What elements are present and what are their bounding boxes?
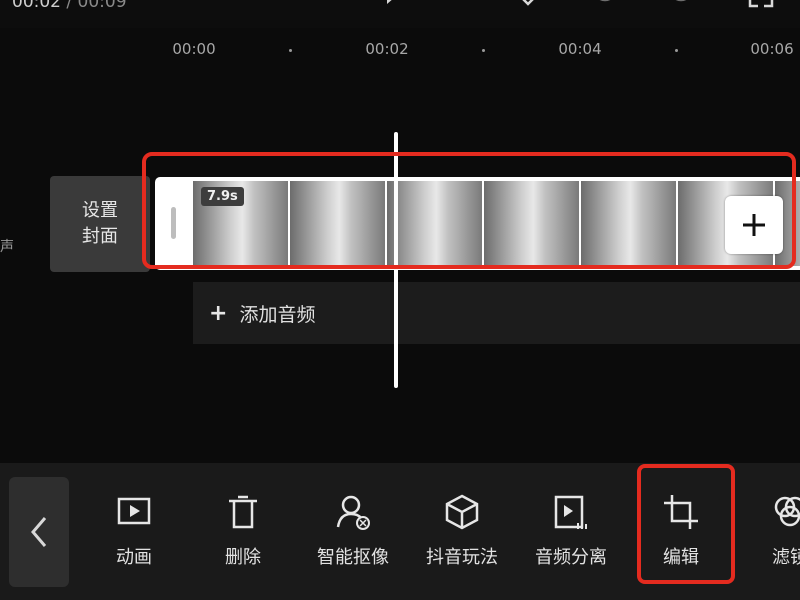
edit-tool-highlight-box <box>637 464 735 584</box>
ruler-tick-label: 00:04 <box>558 40 602 58</box>
tool-label: 抖音玩法 <box>426 547 498 568</box>
tool-filter[interactable]: 滤镜 <box>740 493 800 573</box>
delete-icon <box>224 493 262 531</box>
filter-icon <box>771 493 800 531</box>
playback-time: 00:02 / 00:09 <box>12 0 127 12</box>
set-cover-button[interactable]: 设置 封面 <box>50 176 150 272</box>
chevron-left-icon <box>31 517 47 547</box>
animation-icon <box>115 493 153 531</box>
ruler-tick-dot <box>482 49 485 52</box>
tool-label: 音频分离 <box>535 547 607 568</box>
tool-label: 滤镜 <box>772 547 800 568</box>
top-bar: 00:02 / 00:09 <box>0 0 800 28</box>
add-audio-button[interactable]: + 添加音频 <box>193 282 800 344</box>
keyframe-icon[interactable] <box>515 0 541 14</box>
redo-icon[interactable] <box>668 0 694 14</box>
tool-douyin-effects[interactable]: 抖音玩法 <box>412 493 512 573</box>
tool-audio-separate[interactable]: 音频分离 <box>521 493 621 573</box>
smart-cutout-icon <box>334 493 372 531</box>
ruler-tick-dot <box>289 49 292 52</box>
audio-separate-icon <box>552 493 590 531</box>
tool-delete[interactable]: 删除 <box>193 493 293 573</box>
back-button[interactable] <box>9 477 69 587</box>
tool-label: 智能抠像 <box>317 547 389 568</box>
cover-label-line2: 封面 <box>82 226 118 247</box>
play-icon[interactable] <box>383 0 409 14</box>
add-audio-label: 添加音频 <box>239 303 316 326</box>
cover-label-line1: 设置 <box>82 200 118 221</box>
tool-smart-cutout[interactable]: 智能抠像 <box>303 493 403 573</box>
clip-highlight-box <box>142 152 796 269</box>
plus-icon: + <box>209 300 228 326</box>
track-label-partial: 声 <box>0 239 14 255</box>
douyin-effects-icon <box>443 493 481 531</box>
current-time: 00:02 <box>12 0 61 12</box>
ruler-tick-label: 00:06 <box>750 40 794 58</box>
tool-label: 动画 <box>116 547 152 568</box>
tool-animation[interactable]: 动画 <box>84 493 184 573</box>
fullscreen-icon[interactable] <box>748 0 774 14</box>
ruler-tick-label: 00:02 <box>365 40 409 58</box>
undo-icon[interactable] <box>592 0 618 14</box>
ruler-tick-label: 00:00 <box>172 40 216 58</box>
tool-label: 删除 <box>225 547 261 568</box>
ruler-tick-dot <box>675 49 678 52</box>
total-time: 00:09 <box>77 0 127 12</box>
time-separator: / <box>61 0 78 12</box>
time-ruler[interactable]: 00:00 00:02 00:04 00:06 <box>0 40 800 62</box>
